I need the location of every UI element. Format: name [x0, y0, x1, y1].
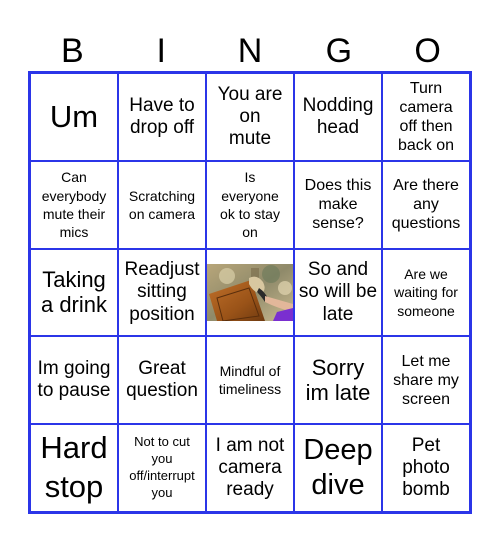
header-letter-n: N [237, 32, 263, 70]
bingo-header: B I N G O [28, 30, 472, 72]
bingo-cell[interactable]: Is everyone ok to stay on [206, 160, 294, 249]
cell-text: I am not camera ready [215, 434, 285, 501]
free-space-cell[interactable] [206, 248, 294, 337]
bingo-cell[interactable]: Have to drop off [118, 73, 206, 161]
bingo-cell[interactable]: Mindful of timeliness [206, 336, 294, 425]
bingo-cell[interactable]: Great question [118, 336, 206, 425]
bingo-cell[interactable]: Nodding head [294, 73, 382, 161]
cell-text: Does this make sense? [304, 176, 372, 233]
bingo-cell[interactable]: Can everybody mute their mics [30, 160, 118, 249]
bingo-cell[interactable]: I am not camera ready [206, 424, 294, 512]
bingo-cell[interactable]: You are on mute [206, 73, 294, 161]
bingo-cell[interactable]: Deep dive [294, 424, 382, 512]
header-letter-b: B [61, 32, 84, 70]
bingo-cell[interactable]: Scratching on camera [118, 160, 206, 249]
cell-text: Turn camera off then back on [397, 79, 455, 155]
bingo-cell[interactable]: Um [30, 73, 118, 161]
cell-text: Mindful of timeliness [218, 363, 282, 398]
cell-text: Im going to pause [37, 358, 111, 402]
bingo-cell[interactable]: Readjust sitting position [118, 248, 206, 337]
wood-cabinet-finishing-photo-icon [207, 263, 293, 321]
cell-text: Sorry im late [305, 354, 371, 406]
cell-text: Hard stop [40, 430, 108, 505]
bingo-board: Um Have to drop off You are on mute Nodd… [28, 71, 472, 514]
cell-text: So and so will be late [298, 259, 378, 325]
cell-text: Have to drop off [129, 94, 195, 138]
header-letter-o: O [414, 32, 441, 70]
cell-text: Pet photo bomb [402, 434, 450, 501]
cell-text: Is everyone ok to stay on [220, 169, 280, 240]
cell-text: Taking a drink [40, 267, 108, 318]
cell-text: Deep dive [303, 434, 373, 502]
cell-text: Are there any questions [391, 176, 461, 233]
cell-text: Can everybody mute their mics [41, 169, 107, 240]
cell-text: Let me share my screen [393, 352, 459, 408]
bingo-cell[interactable]: So and so will be late [294, 248, 382, 337]
bingo-cell[interactable]: Not to cut you off/interrupt you [118, 424, 206, 512]
cell-text: You are on mute [217, 83, 283, 149]
cell-text: Nodding head [302, 94, 374, 138]
bingo-cell[interactable]: Let me share my screen [382, 336, 470, 425]
cell-text: Great question [126, 358, 198, 402]
cell-text: Not to cut you off/interrupt you [129, 434, 195, 500]
bingo-cell[interactable]: Pet photo bomb [382, 424, 470, 512]
bingo-cell[interactable]: Im going to pause [30, 336, 118, 425]
cell-text: Scratching on camera [128, 187, 196, 222]
bingo-cell[interactable]: Are we waiting for someone [382, 248, 470, 337]
cell-text: Are we waiting for someone [394, 266, 458, 319]
header-letter-i: I [156, 32, 166, 70]
cell-text: Readjust sitting position [124, 259, 200, 325]
header-letter-g: G [325, 32, 353, 70]
cell-text: Um [49, 99, 99, 135]
bingo-cell[interactable]: Are there any questions [382, 160, 470, 249]
bingo-cell[interactable]: Taking a drink [30, 248, 118, 337]
bingo-cell[interactable]: Turn camera off then back on [382, 73, 470, 161]
bingo-cell[interactable]: Hard stop [30, 424, 118, 512]
bingo-cell[interactable]: Sorry im late [294, 336, 382, 425]
bingo-cell[interactable]: Does this make sense? [294, 160, 382, 249]
